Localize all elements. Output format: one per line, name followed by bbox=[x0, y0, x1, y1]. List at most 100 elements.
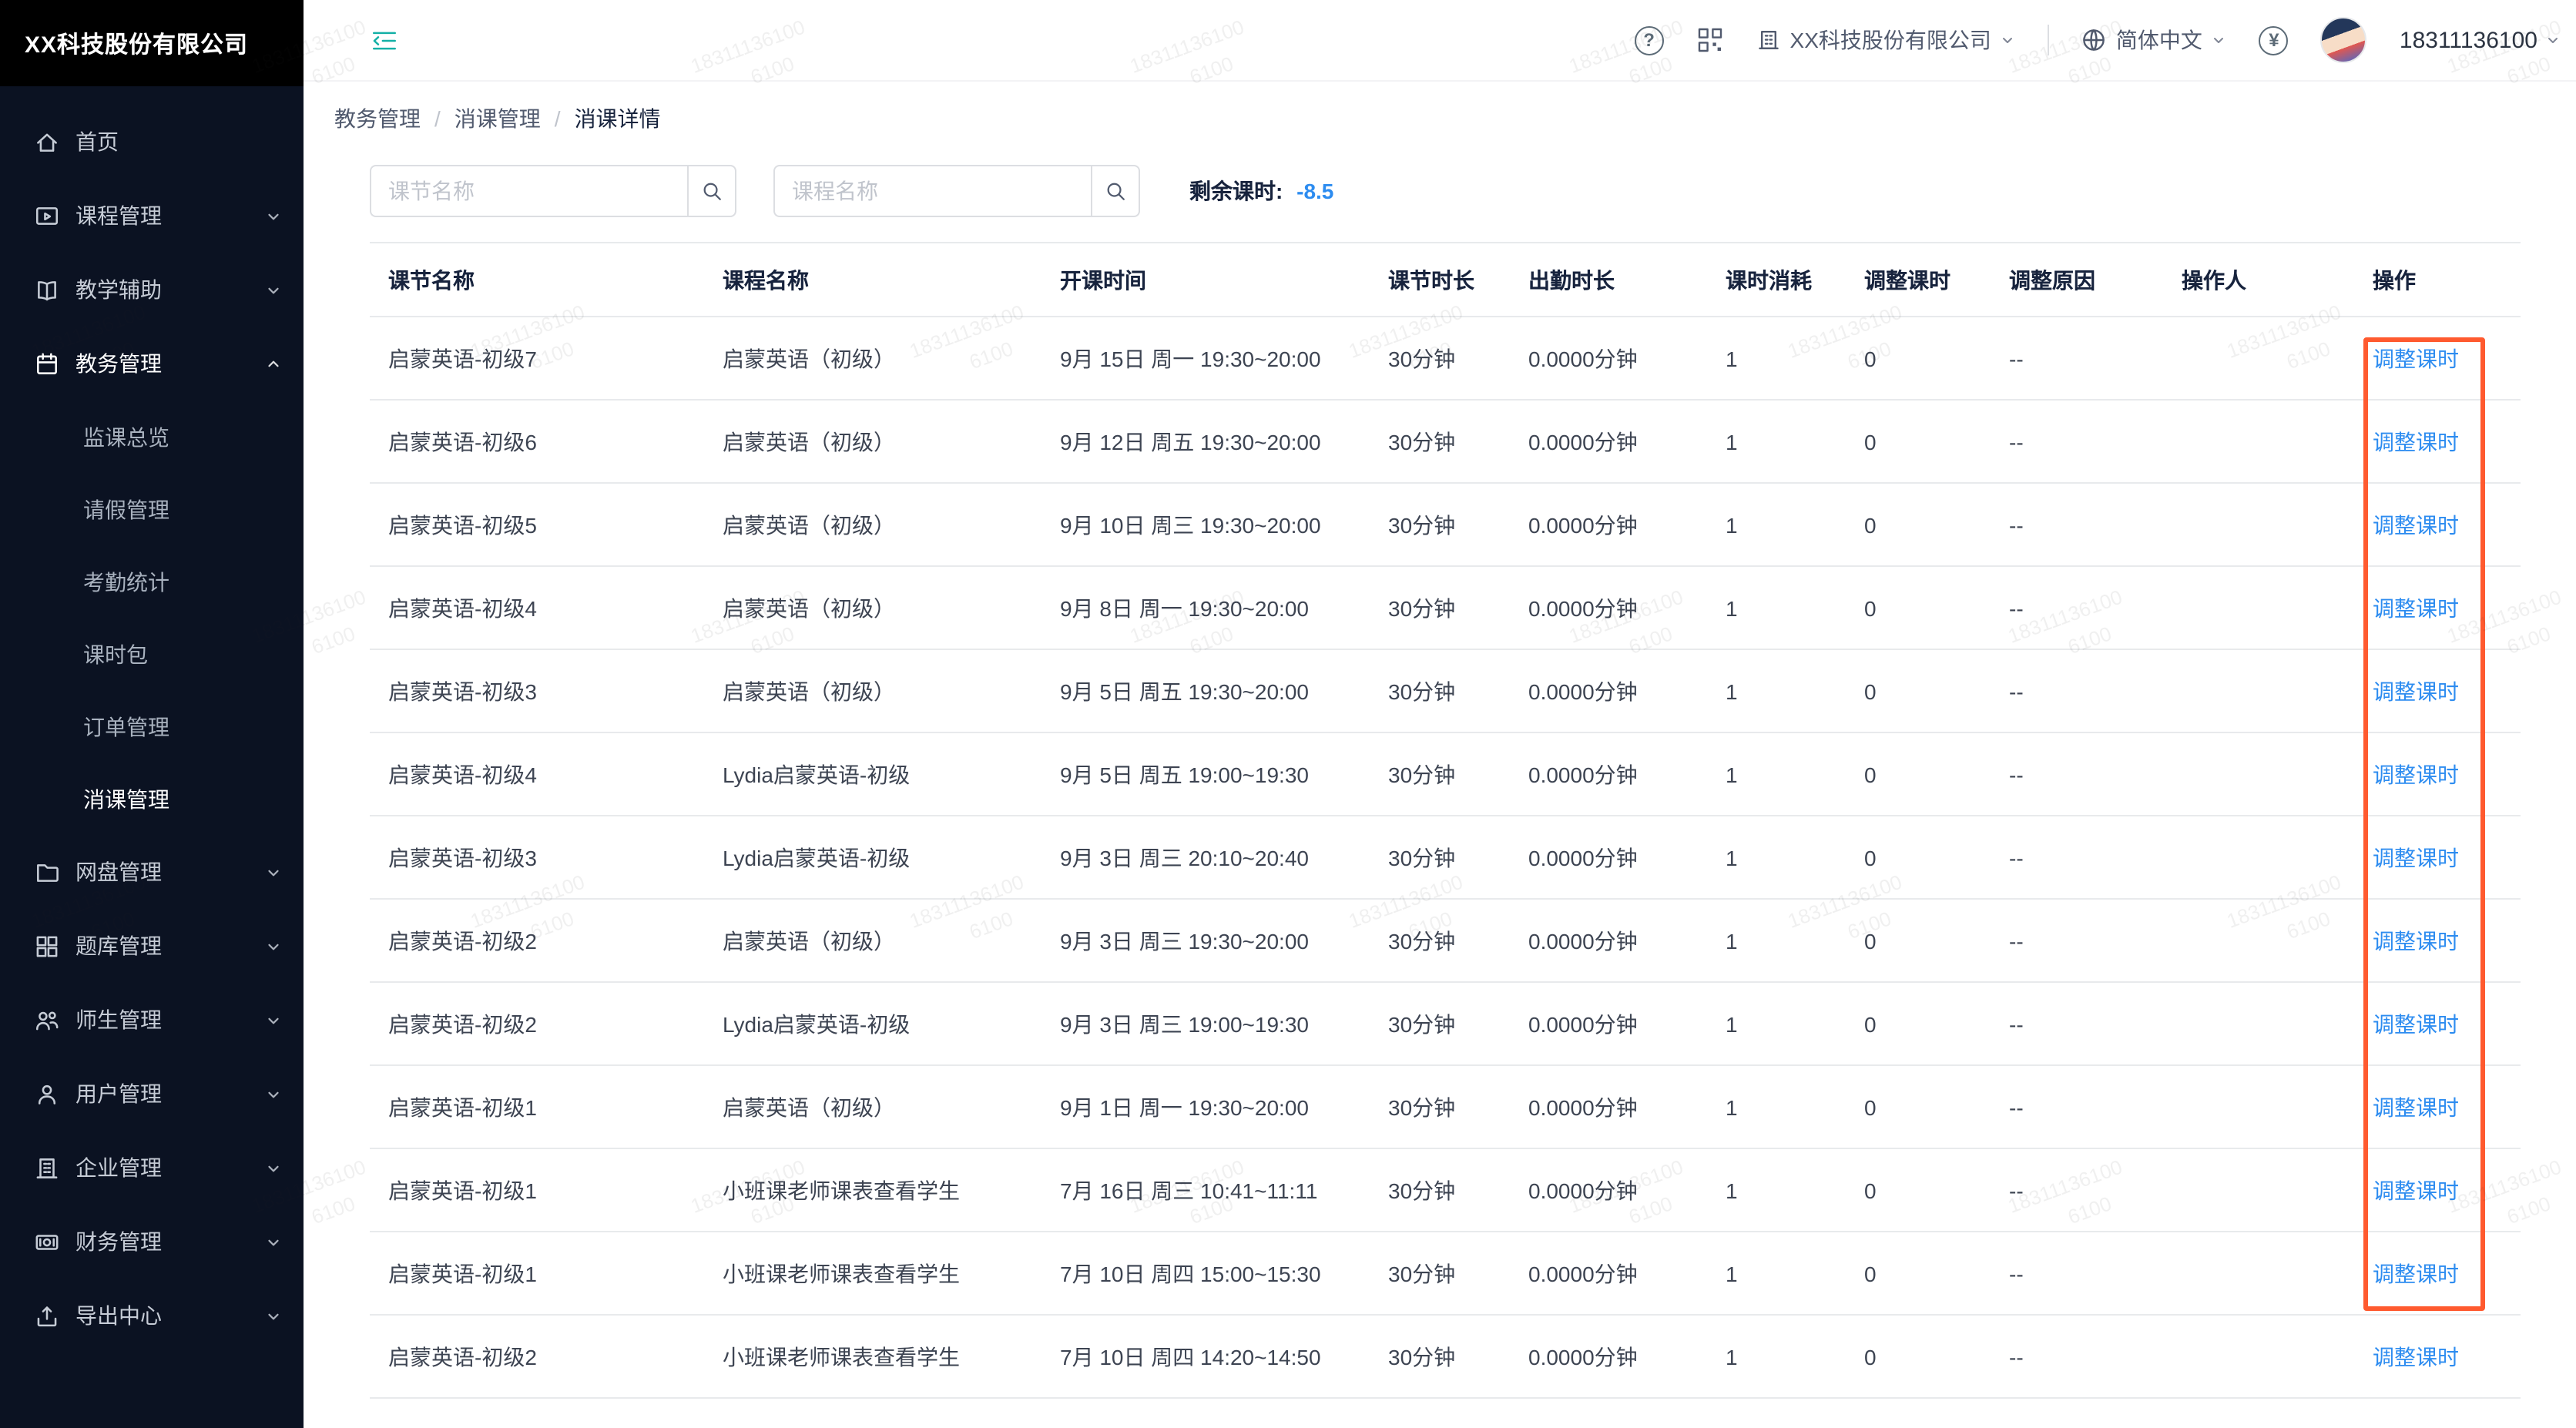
cell-course-name: 启蒙英语（初级） bbox=[723, 483, 1060, 566]
collapse-menu-icon[interactable] bbox=[370, 25, 399, 55]
help-icon[interactable]: ? bbox=[1635, 25, 1664, 55]
sidebar-item-academic-affairs[interactable]: 教务管理 bbox=[0, 327, 304, 401]
user-icon bbox=[34, 1081, 60, 1107]
globe-icon bbox=[2082, 28, 2107, 52]
adjust-hours-link[interactable]: 调整课时 bbox=[2373, 1178, 2459, 1202]
chevron-down-icon bbox=[265, 1085, 282, 1102]
col-attendance-duration: 出勤时长 bbox=[1528, 243, 1726, 317]
adjust-hours-link[interactable]: 调整课时 bbox=[2373, 346, 2459, 370]
cell-actions: 调整课时 bbox=[2373, 982, 2521, 1065]
company-name: XX科技股份有限公司 bbox=[25, 27, 248, 59]
user-avatar[interactable] bbox=[2321, 17, 2367, 63]
cell-actions: 调整课时 bbox=[2373, 1148, 2521, 1232]
sidebar-item-question-bank[interactable]: 题库管理 bbox=[0, 909, 304, 983]
cell-hours-consumed: 1 bbox=[1726, 982, 1864, 1065]
table-header-row: 课节名称 课程名称 开课时间 课节时长 出勤时长 课时消耗 调整课时 调整原因 … bbox=[370, 243, 2521, 317]
currency-icon[interactable]: ¥ bbox=[2259, 25, 2289, 55]
table-row: 启蒙英语-初级1 小班课老师课表查看学生 7月 16日 周三 10:41~11:… bbox=[370, 1148, 2521, 1232]
adjust-hours-link[interactable]: 调整课时 bbox=[2373, 928, 2459, 953]
language-selector[interactable]: 简体中文 bbox=[2082, 25, 2227, 55]
adjust-hours-link[interactable]: 调整课时 bbox=[2373, 679, 2459, 703]
sidebar-subitem-lesson-cancel-management[interactable]: 消课管理 bbox=[0, 763, 304, 835]
cell-course-name: 启蒙英语（初级） bbox=[723, 649, 1060, 732]
adjust-hours-link[interactable]: 调整课时 bbox=[2373, 595, 2459, 620]
sidebar-item-teacher-student[interactable]: 师生管理 bbox=[0, 983, 304, 1057]
sidebar-subitem-monitor-overview[interactable]: 监课总览 bbox=[0, 401, 304, 473]
cell-course-name: 小班课老师课表查看学生 bbox=[723, 1315, 1060, 1398]
table-row: 启蒙英语-初级3 Lydia启蒙英语-初级 9月 3日 周三 20:10~20:… bbox=[370, 816, 2521, 899]
table-row: 启蒙英语-初级6 启蒙英语（初级） 9月 12日 周五 19:30~20:00 … bbox=[370, 400, 2521, 483]
adjust-hours-link[interactable]: 调整课时 bbox=[2373, 762, 2459, 786]
cell-operator bbox=[2182, 566, 2373, 649]
lessons-table: 课节名称 课程名称 开课时间 课节时长 出勤时长 课时消耗 调整课时 调整原因 … bbox=[370, 242, 2521, 1399]
qr-code-icon[interactable] bbox=[1696, 26, 1724, 54]
adjust-hours-link[interactable]: 调整课时 bbox=[2373, 512, 2459, 537]
cell-operator bbox=[2182, 1232, 2373, 1315]
cell-operator bbox=[2182, 1148, 2373, 1232]
cell-attendance-duration: 0.0000分钟 bbox=[1528, 899, 1726, 982]
cell-adjusted-hours: 0 bbox=[1864, 1148, 2009, 1232]
sidebar-item-user-management[interactable]: 用户管理 bbox=[0, 1057, 304, 1131]
adjust-hours-link[interactable]: 调整课时 bbox=[2373, 1344, 2459, 1369]
topbar-right: ? XX科技股份有限公司 简体中文 bbox=[1635, 17, 2576, 63]
session-name-input[interactable] bbox=[370, 165, 687, 217]
adjust-hours-link[interactable]: 调整课时 bbox=[2373, 429, 2459, 454]
sidebar-item-export-center[interactable]: 导出中心 bbox=[0, 1279, 304, 1353]
table-row: 启蒙英语-初级7 启蒙英语（初级） 9月 15日 周一 19:30~20:00 … bbox=[370, 317, 2521, 400]
col-session-duration: 课节时长 bbox=[1388, 243, 1528, 317]
filter-bar: 剩余课时: -8.5 bbox=[370, 165, 2576, 217]
sidebar-subitem-leave-management[interactable]: 请假管理 bbox=[0, 473, 304, 545]
cell-hours-consumed: 1 bbox=[1726, 732, 1864, 816]
adjust-hours-link[interactable]: 调整课时 bbox=[2373, 1261, 2459, 1286]
adjust-hours-link[interactable]: 调整课时 bbox=[2373, 845, 2459, 870]
table-row: 启蒙英语-初级2 Lydia启蒙英语-初级 9月 3日 周三 19:00~19:… bbox=[370, 982, 2521, 1065]
cell-adjusted-hours: 0 bbox=[1864, 400, 2009, 483]
adjust-hours-link[interactable]: 调整课时 bbox=[2373, 1094, 2459, 1119]
cell-actions: 调整课时 bbox=[2373, 400, 2521, 483]
sidebar-subitem-attendance-stats[interactable]: 考勤统计 bbox=[0, 545, 304, 618]
cell-actions: 调整课时 bbox=[2373, 732, 2521, 816]
sidebar-item-netdisk-management[interactable]: 网盘管理 bbox=[0, 835, 304, 909]
table-row: 启蒙英语-初级4 Lydia启蒙英语-初级 9月 5日 周五 19:00~19:… bbox=[370, 732, 2521, 816]
cell-adjust-reason: -- bbox=[2009, 566, 2182, 649]
cell-hours-consumed: 1 bbox=[1726, 1232, 1864, 1315]
cell-operator bbox=[2182, 483, 2373, 566]
cell-start-time: 7月 10日 周四 14:20~14:50 bbox=[1060, 1315, 1388, 1398]
account-selector[interactable]: 18311136100 bbox=[2400, 27, 2561, 53]
breadcrumb: 教务管理 / 消课管理 / 消课详情 bbox=[304, 82, 2576, 134]
cell-adjusted-hours: 0 bbox=[1864, 1065, 2009, 1148]
cell-hours-consumed: 1 bbox=[1726, 317, 1864, 400]
cell-adjusted-hours: 0 bbox=[1864, 1315, 2009, 1398]
session-search-button[interactable] bbox=[687, 165, 736, 217]
cell-start-time: 9月 5日 周五 19:30~20:00 bbox=[1060, 649, 1388, 732]
col-hours-consumed: 课时消耗 bbox=[1726, 243, 1864, 317]
home-icon bbox=[34, 129, 60, 155]
sidebar-item-finance-management[interactable]: 财务管理 bbox=[0, 1205, 304, 1279]
adjust-hours-link[interactable]: 调整课时 bbox=[2373, 1011, 2459, 1036]
cell-session-duration: 30分钟 bbox=[1388, 317, 1528, 400]
disk-icon bbox=[34, 859, 60, 885]
sidebar-item-teaching-aid[interactable]: 教学辅助 bbox=[0, 253, 304, 327]
sidebar-subitem-hour-package[interactable]: 课时包 bbox=[0, 618, 304, 690]
cell-session-name: 启蒙英语-初级7 bbox=[370, 317, 723, 400]
company-logo: XX科技股份有限公司 bbox=[0, 0, 304, 86]
cell-course-name: 启蒙英语（初级） bbox=[723, 1065, 1060, 1148]
cell-adjust-reason: -- bbox=[2009, 982, 2182, 1065]
breadcrumb-item-academic-affairs[interactable]: 教务管理 bbox=[334, 103, 421, 134]
sidebar-item-course-management[interactable]: 课程管理 bbox=[0, 179, 304, 253]
table-row: 启蒙英语-初级5 启蒙英语（初级） 9月 10日 周三 19:30~20:00 … bbox=[370, 483, 2521, 566]
sidebar-item-home[interactable]: 首页 bbox=[0, 105, 304, 179]
course-search-button[interactable] bbox=[1091, 165, 1140, 217]
course-name-input[interactable] bbox=[773, 165, 1091, 217]
breadcrumb-item-lesson-cancel[interactable]: 消课管理 bbox=[454, 103, 541, 134]
sidebar-subitem-order-management[interactable]: 订单管理 bbox=[0, 690, 304, 763]
cell-hours-consumed: 1 bbox=[1726, 649, 1864, 732]
cell-session-name: 启蒙英语-初级1 bbox=[370, 1232, 723, 1315]
table-container: 课节名称 课程名称 开课时间 课节时长 出勤时长 课时消耗 调整课时 调整原因 … bbox=[370, 242, 2521, 1399]
sidebar-item-enterprise-management[interactable]: 企业管理 bbox=[0, 1131, 304, 1205]
cell-session-duration: 30分钟 bbox=[1388, 566, 1528, 649]
cell-adjusted-hours: 0 bbox=[1864, 317, 2009, 400]
cell-session-name: 启蒙英语-初级1 bbox=[370, 1065, 723, 1148]
cell-start-time: 9月 10日 周三 19:30~20:00 bbox=[1060, 483, 1388, 566]
org-selector[interactable]: XX科技股份有限公司 bbox=[1756, 25, 2016, 55]
